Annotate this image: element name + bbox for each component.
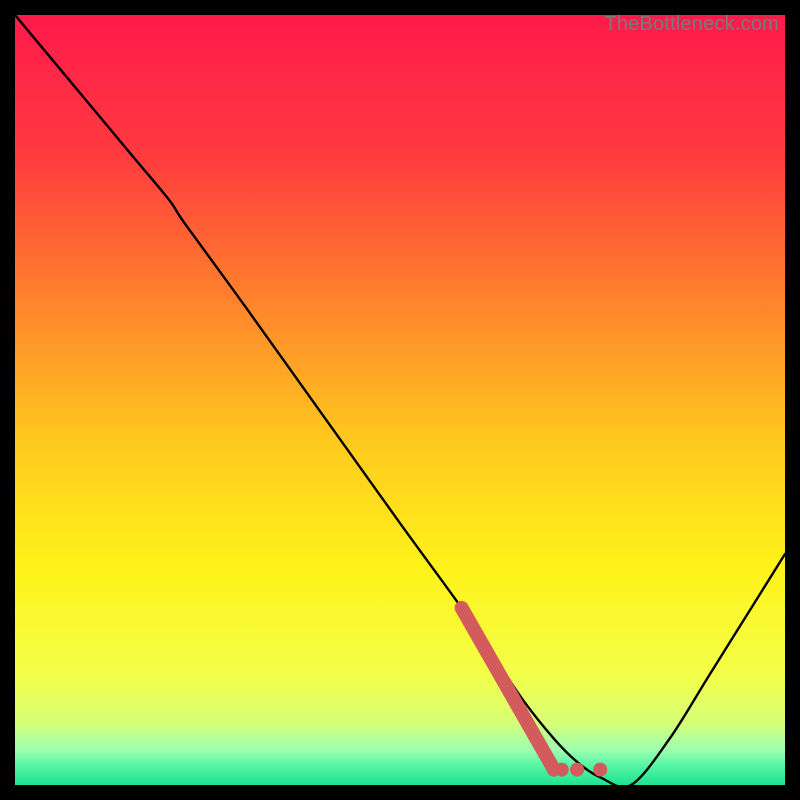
- highlight-dot: [593, 763, 607, 777]
- chart-frame: TheBottleneck.com: [0, 0, 800, 800]
- highlight-dot: [555, 763, 569, 777]
- highlight-segment: [462, 608, 554, 770]
- highlight-dots: [555, 763, 608, 777]
- watermark-label: TheBottleneck.com: [604, 15, 779, 36]
- plot-area: TheBottleneck.com: [15, 15, 785, 785]
- curve-layer: [15, 15, 785, 785]
- bottleneck-curve: [15, 15, 785, 785]
- highlight-dot: [570, 763, 584, 777]
